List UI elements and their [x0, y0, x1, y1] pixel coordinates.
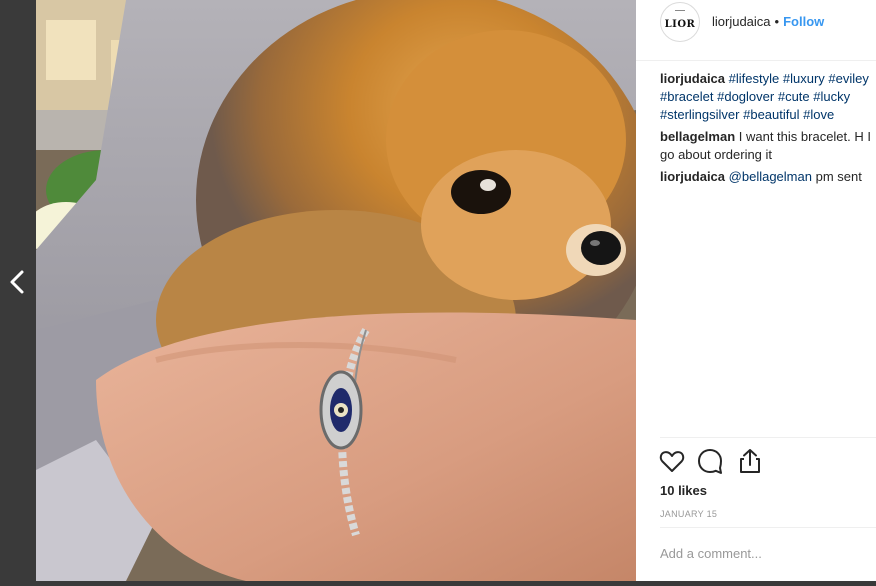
hashtag[interactable]: #doglover [717, 89, 774, 104]
share-icon[interactable] [736, 447, 764, 475]
actions-divider [660, 437, 876, 438]
add-comment-input[interactable] [660, 546, 870, 561]
header-separator: • [774, 14, 780, 29]
avatar-logo-text: LIOR [664, 18, 696, 30]
header-username[interactable]: liorjudaica [712, 14, 771, 29]
hashtag[interactable]: #beautiful [743, 107, 799, 122]
caption-author[interactable]: liorjudaica [660, 71, 725, 86]
comment-divider [660, 527, 876, 528]
likes-count[interactable]: 10 likes [660, 483, 707, 498]
comment-text: pm sent [815, 169, 862, 184]
comment-mention[interactable]: @bellagelman [729, 169, 812, 184]
comment-item: liorjudaica @bellagelman pm sent [660, 168, 876, 186]
comment-author[interactable]: bellagelman [660, 129, 735, 144]
avatar[interactable]: LIOR [660, 2, 700, 42]
post-side-panel: LIOR liorjudaica • Follow liorjudaica #lif… [636, 0, 876, 581]
post-header: LIOR liorjudaica • Follow [636, 0, 876, 61]
hashtag[interactable]: #luxury [783, 71, 825, 86]
comment-item: bellagelman I want this bracelet. H I go… [660, 128, 876, 164]
header-user-line: liorjudaica • Follow [712, 14, 824, 29]
comment-author[interactable]: liorjudaica [660, 169, 725, 184]
caption: liorjudaica #lifestyle #luxury #eviley #… [660, 70, 876, 124]
hashtag[interactable]: #lifestyle [729, 71, 780, 86]
crown-icon [675, 10, 685, 16]
heart-icon[interactable] [658, 447, 686, 475]
chevron-left-icon[interactable] [6, 266, 28, 298]
comment-icon[interactable] [696, 447, 724, 475]
post-date[interactable]: JANUARY 15 [660, 509, 717, 519]
comments-list: liorjudaica #lifestyle #luxury #eviley #… [660, 70, 876, 190]
post-photo[interactable] [36, 0, 636, 581]
hashtag[interactable]: #love [803, 107, 834, 122]
hashtag[interactable]: #cute [778, 89, 810, 104]
bottom-strip [36, 581, 876, 586]
hashtag[interactable]: #sterlingsilver [660, 107, 739, 122]
pomeranian-and-bracelet-photo [36, 0, 636, 581]
hashtag[interactable]: #bracelet [660, 89, 713, 104]
hashtag[interactable]: #eviley [828, 71, 868, 86]
follow-button[interactable]: Follow [783, 14, 824, 29]
hashtag[interactable]: #lucky [813, 89, 850, 104]
